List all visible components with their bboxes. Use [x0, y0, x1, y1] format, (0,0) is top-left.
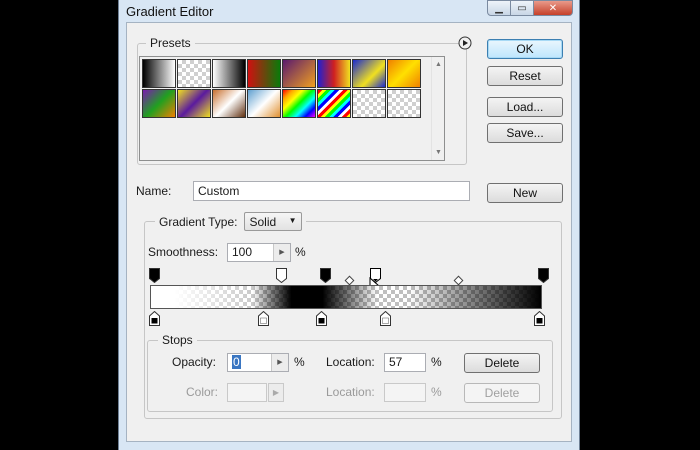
- smoothness-label: Smoothness:: [148, 245, 219, 259]
- opacity-stop-0-icon[interactable]: [149, 268, 160, 283]
- color-stop-2-icon[interactable]: [316, 311, 327, 326]
- opacity-location-unit: %: [431, 355, 442, 369]
- preset-neutral-density[interactable]: [387, 89, 421, 118]
- opacity-location-field[interactable]: 57: [384, 353, 426, 372]
- dialog-client: Presets ▲ ▼ OK Reset Load... Save... Nam…: [126, 22, 572, 442]
- preset-white-black[interactable]: [212, 59, 246, 88]
- opacity-midpoint-icon[interactable]: [453, 275, 464, 286]
- presets-label: Presets: [146, 36, 195, 50]
- preset-transparent[interactable]: [177, 59, 211, 88]
- gradient-type-label: Gradient Type:: [159, 214, 238, 229]
- name-field[interactable]: Custom: [193, 181, 470, 201]
- preset-chrome[interactable]: [247, 89, 281, 118]
- stops-group: Stops Opacity: 0 ▶ % Location: 57 % Dele…: [147, 333, 553, 412]
- preset-black-white[interactable]: [142, 59, 176, 88]
- chevron-down-icon: ▼: [288, 216, 297, 225]
- preset-violet-green-orange[interactable]: [142, 89, 176, 118]
- opacity-delete-button[interactable]: Delete: [464, 353, 540, 373]
- maximize-icon: ▭: [517, 2, 527, 14]
- minimize-icon: ▁: [495, 2, 503, 14]
- presets-scrollbar[interactable]: ▲ ▼: [431, 57, 444, 160]
- presets-grid: [142, 59, 421, 118]
- load-button-label: Load...: [506, 100, 544, 114]
- reset-button[interactable]: Reset: [487, 66, 563, 86]
- preset-spectrum[interactable]: [282, 89, 316, 118]
- smoothness-spinner-icon[interactable]: ▶: [273, 244, 290, 261]
- opacity-midpoint-icon[interactable]: [344, 275, 355, 286]
- color-stop-3-icon[interactable]: [380, 311, 391, 326]
- preset-red-green[interactable]: [247, 59, 281, 88]
- smoothness-unit: %: [295, 245, 306, 259]
- title-bar[interactable]: Gradient Editor ▁ ▭ ✕: [119, 0, 579, 22]
- preset-transparent-stripes[interactable]: [352, 89, 386, 118]
- gradient-editor-window: Gradient Editor ▁ ▭ ✕ Presets ▲ ▼ OK Res…: [118, 0, 580, 450]
- gradient-group: Gradient Type: Solid ▼ Smoothness: 100 ▶…: [144, 212, 562, 419]
- opacity-field[interactable]: 0 ▶: [227, 353, 289, 372]
- gradient-preview-bar[interactable]: [150, 285, 542, 309]
- color-stop-4-icon[interactable]: [534, 311, 545, 326]
- opacity-value: 0: [232, 355, 241, 369]
- gradient-type-row: Gradient Type: Solid ▼: [155, 212, 306, 231]
- opacity-label: Opacity:: [172, 355, 217, 369]
- stops-label: Stops: [158, 333, 197, 347]
- window-controls: ▁ ▭ ✕: [487, 0, 573, 16]
- gradient-type-select[interactable]: Solid ▼: [243, 212, 302, 231]
- color-swatch[interactable]: [227, 383, 267, 402]
- color-stop-0-icon[interactable]: [149, 311, 160, 326]
- preset-violet-orange[interactable]: [282, 59, 316, 88]
- preset-blue-yellow-blue[interactable]: [352, 59, 386, 88]
- window-title: Gradient Editor: [126, 4, 214, 19]
- color-location-unit: %: [431, 385, 442, 399]
- opacity-unit: %: [294, 355, 305, 369]
- opacity-stop-3-icon[interactable]: [538, 268, 549, 283]
- load-button[interactable]: Load...: [487, 97, 563, 117]
- color-location-label: Location:: [326, 385, 375, 399]
- color-stop-1-icon[interactable]: [258, 311, 269, 326]
- color-location-field[interactable]: [384, 383, 426, 402]
- opacity-location-label: Location:: [326, 355, 375, 369]
- maximize-button[interactable]: ▭: [510, 0, 534, 16]
- scroll-down-icon[interactable]: ▼: [435, 149, 442, 156]
- color-picker-arrow-icon[interactable]: ▶: [268, 383, 284, 402]
- preset-transparent-rainbow[interactable]: [317, 89, 351, 118]
- new-button[interactable]: New: [487, 183, 563, 203]
- close-button[interactable]: ✕: [533, 0, 573, 16]
- smoothness-field[interactable]: 100 ▶: [227, 243, 291, 262]
- preset-orange-yellow[interactable]: [387, 59, 421, 88]
- presets-group: Presets ▲ ▼: [137, 36, 472, 165]
- preset-blue-red-yellow[interactable]: [317, 59, 351, 88]
- name-label: Name:: [136, 184, 172, 198]
- presets-list: ▲ ▼: [139, 56, 445, 161]
- close-icon: ✕: [548, 2, 558, 14]
- ok-button[interactable]: OK: [487, 39, 563, 59]
- opacity-stop-1-icon[interactable]: [276, 268, 287, 283]
- minimize-button[interactable]: ▁: [487, 0, 511, 16]
- color-label: Color:: [186, 385, 219, 399]
- preset-yellow-violet[interactable]: [177, 89, 211, 118]
- gradient-type-value: Solid: [249, 215, 277, 229]
- opacity-spinner-icon[interactable]: ▶: [271, 354, 288, 371]
- save-button[interactable]: Save...: [487, 123, 563, 143]
- presets-menu-icon[interactable]: [458, 36, 472, 50]
- scroll-up-icon[interactable]: ▲: [435, 61, 442, 68]
- smoothness-value: 100: [232, 245, 253, 259]
- save-button-label: Save...: [506, 126, 544, 140]
- color-delete-button[interactable]: Delete: [464, 383, 540, 403]
- opacity-stop-2-icon[interactable]: [320, 268, 331, 283]
- preset-copper[interactable]: [212, 89, 246, 118]
